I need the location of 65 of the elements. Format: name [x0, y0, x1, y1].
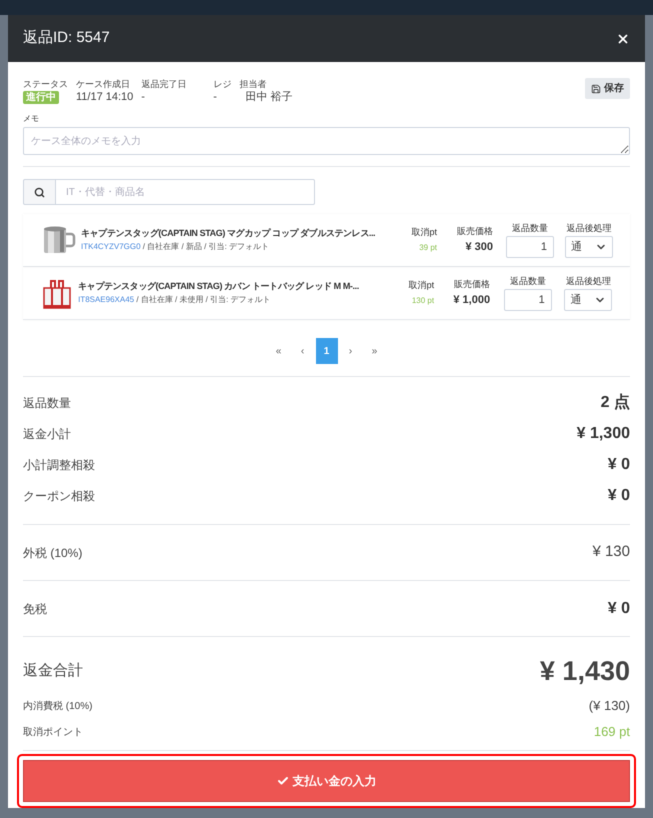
check-icon — [276, 774, 288, 786]
summary-label: 返品数量 — [23, 394, 71, 412]
quantity-field[interactable]: 1 — [506, 236, 554, 258]
search-field[interactable]: IT・代替・商品名 — [56, 179, 315, 205]
close-icon[interactable] — [616, 32, 630, 46]
price-label: 販売価格 — [457, 225, 493, 238]
summary-label: 外税 (10%) — [23, 544, 82, 562]
item-details: ITK4CYZV7GG0 / 自社在庫 / 新品 / 引当: デフォルト — [81, 240, 270, 253]
summary-label: 小計調整相殺 — [23, 456, 95, 474]
total-value: ¥ 1,430 — [540, 655, 630, 688]
page-link[interactable]: » — [364, 338, 386, 364]
tax-included-value: (¥ 130) — [588, 697, 630, 716]
summary-value: ¥ 0 — [608, 454, 630, 474]
meta-label: 返品完了日 — [141, 78, 188, 91]
tax-included-label: 内消費税 (10%) — [23, 700, 92, 714]
meta-value: 11/17 14:10 — [76, 91, 134, 104]
points-total-label: 取消ポイント — [23, 726, 83, 740]
meta-label: ステータス — [23, 78, 68, 91]
item-points: 39 pt — [419, 242, 437, 254]
meta-label: 担当者 — [239, 78, 268, 91]
summary-label: 返金小計 — [23, 426, 71, 442]
meta-value: - — [141, 91, 146, 104]
item-details: IT8SAE96XA45 / 自社在庫 / 未使用 / 引当: デフォルト — [78, 294, 272, 306]
points-label: 取消pt — [408, 278, 434, 292]
action-select[interactable]: 通 — [564, 288, 612, 311]
meta-label: ケース作成日 — [76, 78, 131, 91]
points-total-value: 169 pt — [594, 723, 630, 742]
item-points: 130 pt — [412, 295, 434, 308]
action-label: 返品後処理 — [566, 275, 611, 288]
page-link[interactable]: › — [340, 338, 362, 364]
status-badge: 進行中 — [23, 91, 59, 104]
save-button[interactable]: 保存 — [585, 78, 630, 99]
summary-label: 免税 — [23, 600, 47, 618]
summary-value: ¥ 0 — [608, 598, 630, 618]
total-label: 返金合計 — [23, 661, 83, 681]
meta-value: 田中 裕子 — [244, 91, 292, 104]
summary-value: ¥ 130 — [592, 542, 630, 562]
summary-value: ¥ 1,300 — [576, 424, 630, 444]
quantity-label: 返品数量 — [510, 275, 546, 288]
action-label: 返品後処理 — [566, 222, 612, 236]
item-name: キャプテンスタッグ(CAPTAIN STAG) カバン トートバッグ レッド M M-... — [78, 280, 359, 294]
summary-value: 2 点 — [600, 392, 630, 412]
item-price: ¥ 1,000 — [453, 292, 490, 308]
page-link[interactable]: ‹ — [292, 338, 314, 364]
summary-label: クーポン相殺 — [23, 488, 95, 504]
action-select[interactable]: 通 — [565, 236, 613, 258]
memo-label: メモ — [23, 113, 40, 125]
meta-value: - — [213, 91, 218, 104]
points-label: 取消pt — [411, 226, 437, 239]
page-link[interactable]: « — [268, 338, 290, 364]
search-addon[interactable] — [23, 179, 56, 205]
item-name: キャプテンスタッグ(CAPTAIN STAG) マグカップ コップ ダブルステンレス... — [81, 227, 376, 240]
summary-value: ¥ 0 — [608, 486, 630, 506]
search-icon — [34, 186, 45, 198]
quantity-field[interactable]: 1 — [504, 288, 552, 311]
pay-button[interactable]: 支払い金の入力 — [23, 760, 630, 802]
item-code-link[interactable]: IT8SAE96XA45 — [78, 294, 134, 304]
price-label: 販売価格 — [454, 278, 490, 291]
save-icon — [591, 84, 601, 94]
modal-title: 返品ID: 5547 — [23, 28, 110, 48]
quantity-label: 返品数量 — [512, 222, 548, 236]
item-code-link[interactable]: ITK4CYZV7GG0 — [81, 242, 141, 251]
memo-field[interactable]: ケース全体のメモを入力 — [23, 127, 630, 155]
meta-label: レジ — [213, 78, 232, 91]
item-price: ¥ 300 — [465, 240, 493, 254]
